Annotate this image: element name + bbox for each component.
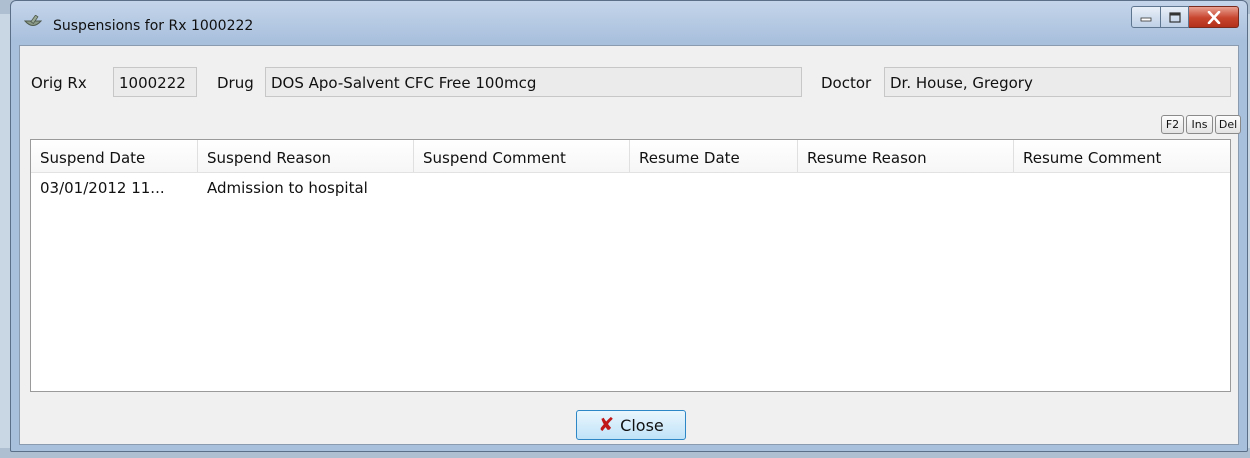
doctor-label: Doctor: [821, 74, 872, 92]
window-title: Suspensions for Rx 1000222: [53, 18, 254, 34]
column-header-suspend-comment[interactable]: Suspend Comment: [414, 140, 630, 172]
minimize-button[interactable]: [1131, 6, 1161, 28]
mortar-pestle-icon: [24, 15, 42, 26]
close-window-button[interactable]: [1189, 6, 1239, 28]
cell-suspend-date: 03/01/2012 11...: [40, 179, 165, 197]
cell-suspend-reason: Admission to hospital: [207, 179, 368, 197]
maximize-button[interactable]: [1161, 6, 1189, 28]
column-header-resume-comment[interactable]: Resume Comment: [1014, 140, 1230, 172]
minimize-icon: [1140, 17, 1152, 22]
column-header-suspend-reason[interactable]: Suspend Reason: [198, 140, 414, 172]
drug-field[interactable]: DOS Apo-Salvent CFC Free 100mcg: [265, 67, 802, 97]
dialog-body: Orig Rx 1000222 Drug DOS Apo-Salvent CFC…: [19, 45, 1241, 445]
column-header-resume-reason[interactable]: Resume Reason: [798, 140, 1014, 172]
close-icon: [1207, 10, 1220, 24]
doctor-field[interactable]: Dr. House, Gregory: [884, 67, 1231, 97]
column-header-suspend-date[interactable]: Suspend Date: [31, 140, 198, 172]
edit-f2-button[interactable]: F2: [1161, 115, 1184, 134]
cell-suspend-comment: [414, 172, 630, 202]
close-button[interactable]: ✘ Close: [576, 410, 686, 440]
suspensions-dialog: Suspensions for Rx 1000222 Orig Rx 10002…: [10, 0, 1248, 452]
orig-rx-label: Orig Rx: [31, 74, 87, 92]
title-bar[interactable]: Suspensions for Rx 1000222: [11, 1, 1247, 45]
suspensions-table[interactable]: Suspend Date Suspend Reason Suspend Comm…: [30, 139, 1231, 392]
maximize-icon: [1168, 11, 1181, 23]
table-header: Suspend Date Suspend Reason Suspend Comm…: [31, 140, 1230, 173]
table-row[interactable]: 03/01/2012 11... Admission to hospital: [31, 172, 1230, 202]
cell-resume-reason: [798, 172, 1014, 202]
cell-resume-comment: [1014, 172, 1230, 202]
red-x-icon: ✘: [598, 413, 615, 436]
delete-button[interactable]: Del: [1215, 115, 1241, 134]
window-controls: [1131, 6, 1239, 28]
cell-resume-date: [630, 172, 798, 202]
close-button-label: Close: [620, 415, 664, 435]
orig-rx-field[interactable]: 1000222: [113, 67, 197, 97]
insert-button[interactable]: Ins: [1186, 115, 1213, 134]
drug-label: Drug: [217, 74, 254, 92]
column-header-resume-date[interactable]: Resume Date: [630, 140, 798, 172]
